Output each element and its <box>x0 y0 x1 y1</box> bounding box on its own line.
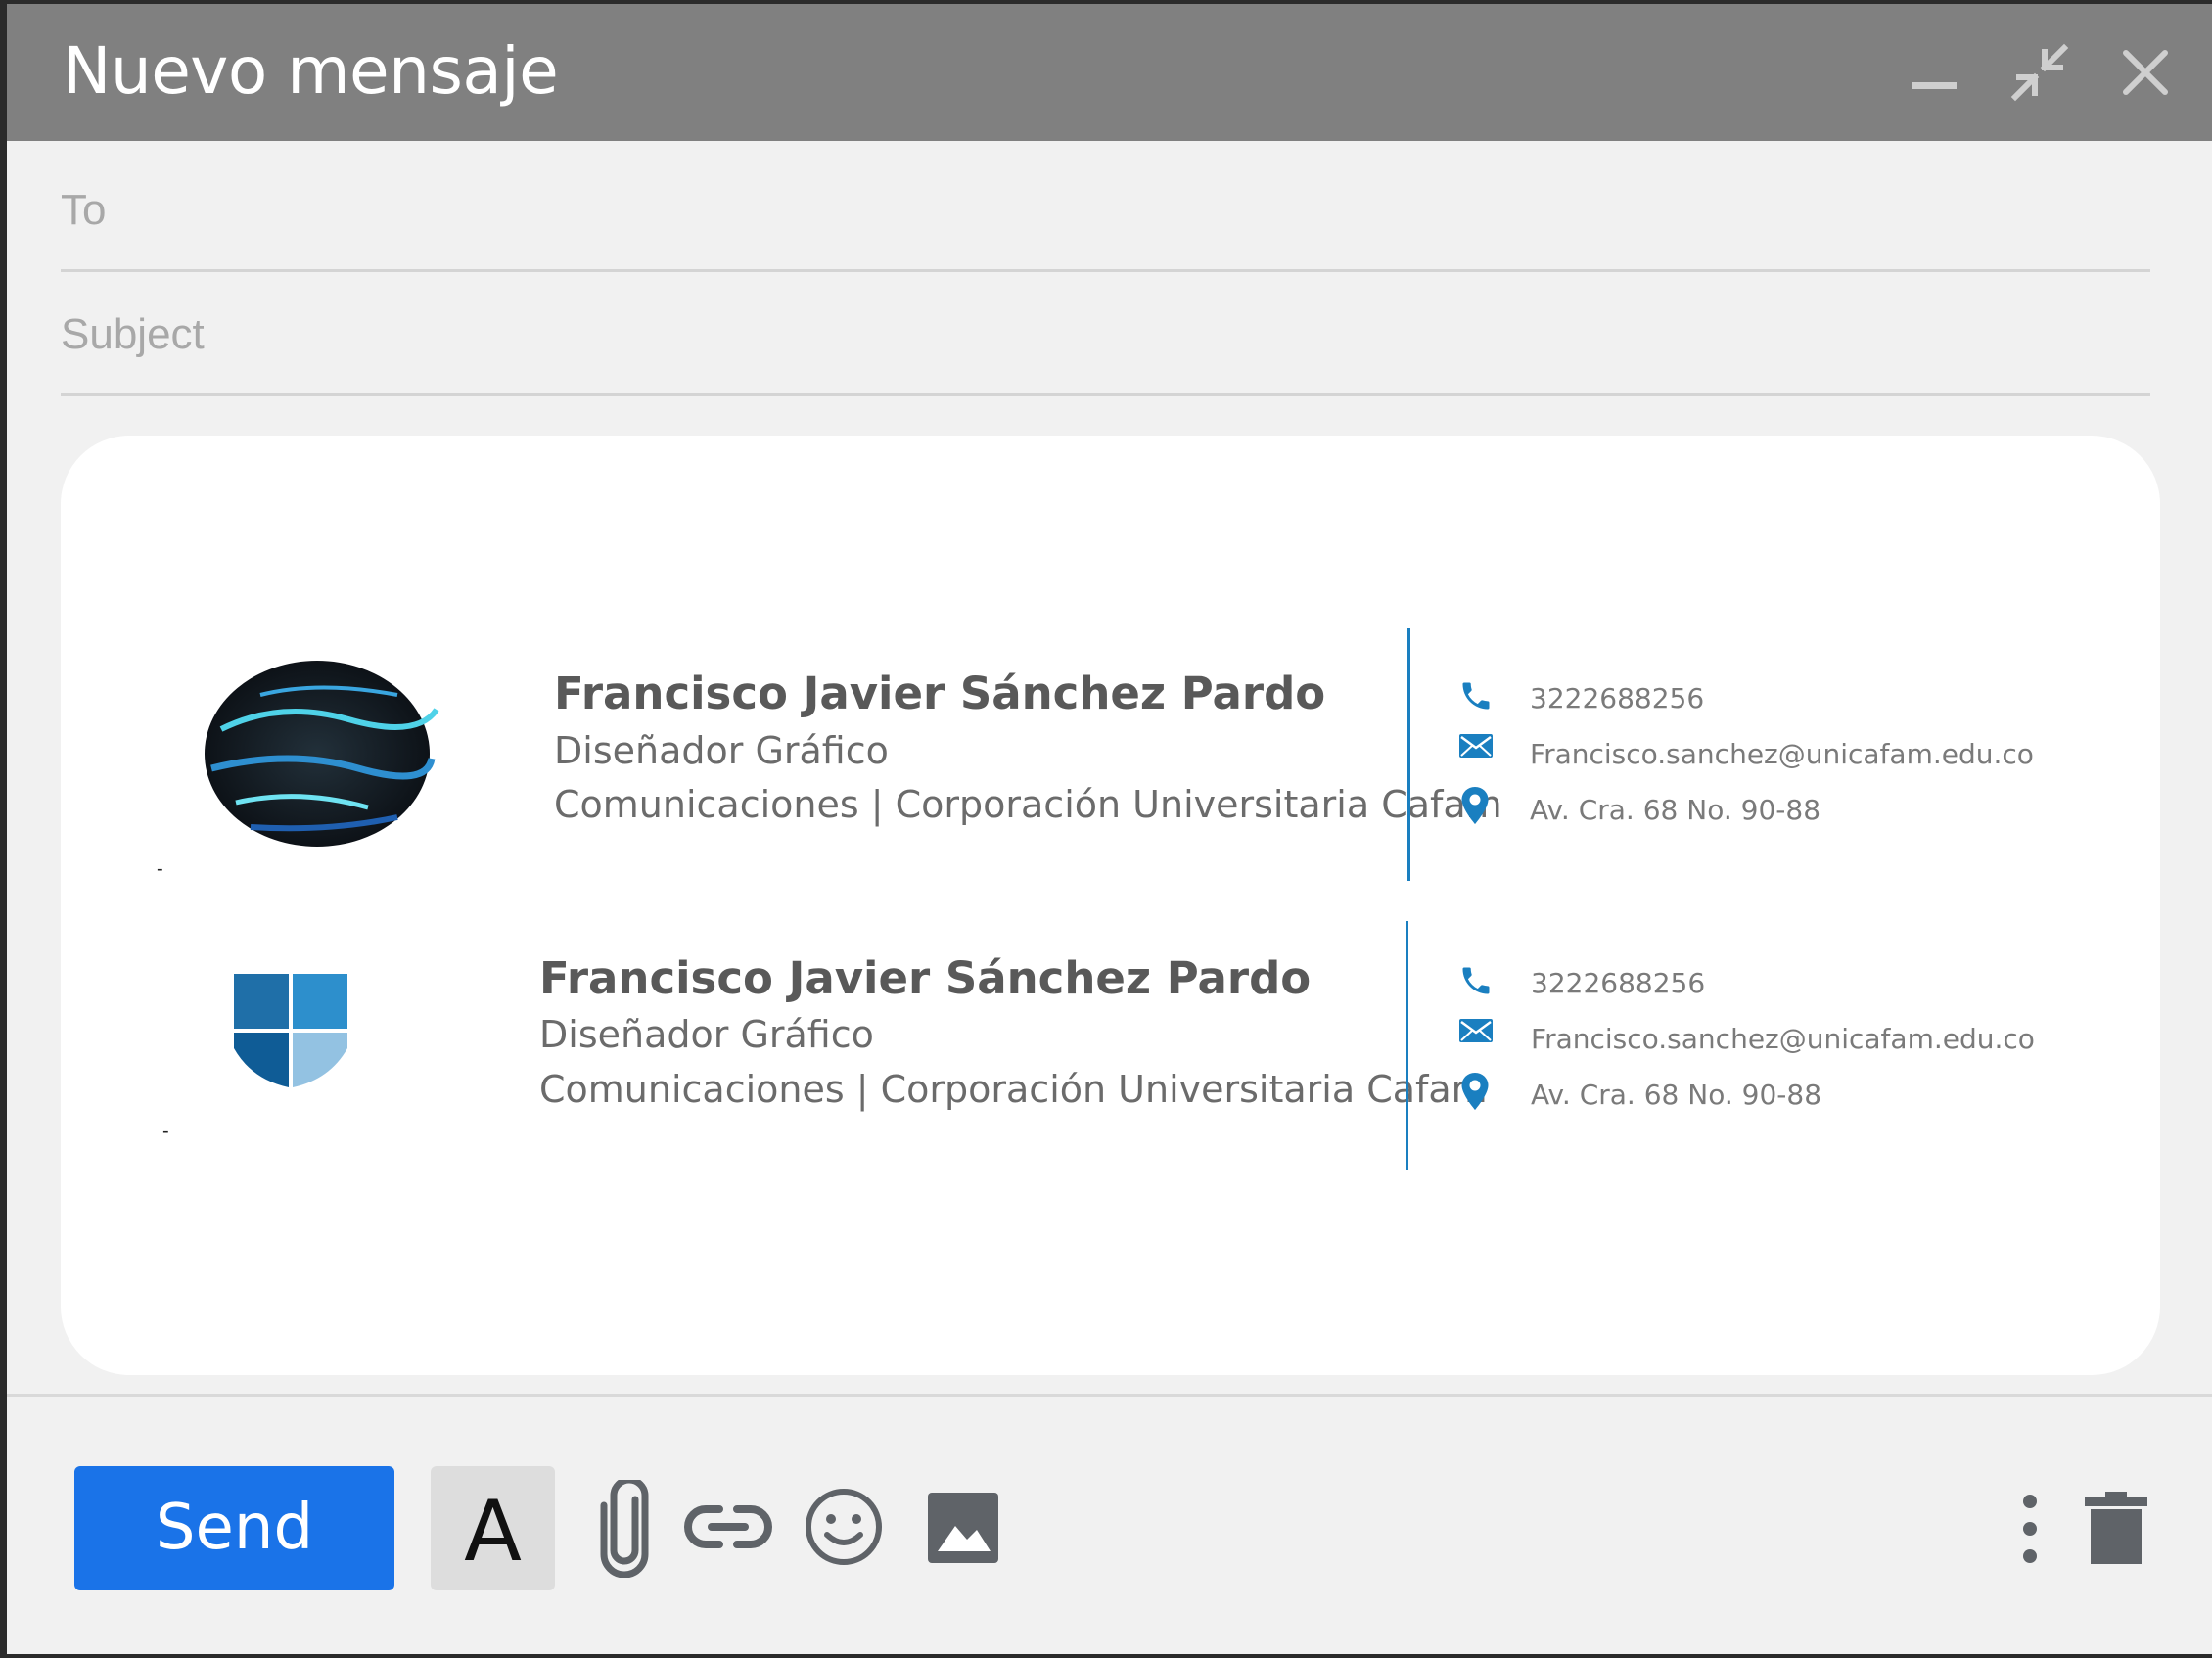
send-button[interactable]: Send <box>74 1466 394 1590</box>
minimize-icon[interactable] <box>1900 38 1968 107</box>
to-input[interactable] <box>61 181 2150 240</box>
to-field <box>61 146 2150 272</box>
signature-2-phone: 3222688256 <box>1531 967 1706 999</box>
cafam-logo <box>234 974 347 1087</box>
phone-icon <box>1462 682 1490 710</box>
signature-2-role: Diseñador Gráfico <box>539 1013 874 1056</box>
title-bar: Nuevo mensaje <box>7 4 2212 141</box>
dash-mark: - <box>157 858 163 880</box>
email-icon <box>1459 1019 1493 1042</box>
subject-field <box>61 270 2150 396</box>
toolbar-divider <box>7 1394 2212 1397</box>
signature-1-email[interactable]: Francisco.sanchez@unicafam.edu.co <box>1530 738 2034 770</box>
signature-1-name: Francisco Javier Sánchez Pardo <box>554 668 1326 719</box>
signature-1-divider <box>1407 628 1410 881</box>
insert-photo-icon[interactable] <box>926 1491 1000 1565</box>
signature-1-role: Diseñador Gráfico <box>554 729 889 772</box>
formatting-options-button[interactable]: A <box>431 1466 555 1590</box>
signature-2-name: Francisco Javier Sánchez Pardo <box>539 952 1312 1004</box>
discard-draft-icon[interactable] <box>2082 1490 2150 1566</box>
location-pin-icon <box>1461 1073 1489 1110</box>
signature-1-phone: 3222688256 <box>1530 682 1705 714</box>
signature-2-divider <box>1406 921 1408 1170</box>
signature-1-department: Comunicaciones | Corporación Universitar… <box>554 783 1502 826</box>
location-pin-icon <box>1461 787 1489 824</box>
insert-link-icon[interactable] <box>684 1497 772 1556</box>
window-title: Nuevo mensaje <box>63 33 559 109</box>
dash-mark: - <box>162 1121 169 1142</box>
message-body[interactable]: Francisco Javier Sánchez Pardo Diseñador… <box>61 436 2160 1375</box>
exit-fullscreen-icon[interactable] <box>2005 38 2074 107</box>
email-icon <box>1459 734 1493 758</box>
subject-input[interactable] <box>61 305 2150 364</box>
signature-1-address: Av. Cra. 68 No. 90-88 <box>1530 794 1821 826</box>
more-options-icon[interactable] <box>2015 1492 2045 1570</box>
compose-window: Nuevo mensaje To Subject Francisco Javie… <box>7 4 2212 1654</box>
attach-file-icon[interactable] <box>594 1480 655 1578</box>
signature-2-email[interactable]: Francisco.sanchez@unicafam.edu.co <box>1531 1023 2035 1055</box>
signature-1-avatar <box>205 661 439 847</box>
emoji-icon[interactable] <box>803 1486 885 1568</box>
phone-icon <box>1462 967 1490 994</box>
close-icon[interactable] <box>2111 38 2180 107</box>
signature-2-address: Av. Cra. 68 No. 90-88 <box>1531 1079 1822 1111</box>
signature-2-department: Comunicaciones | Corporación Universitar… <box>539 1068 1488 1111</box>
